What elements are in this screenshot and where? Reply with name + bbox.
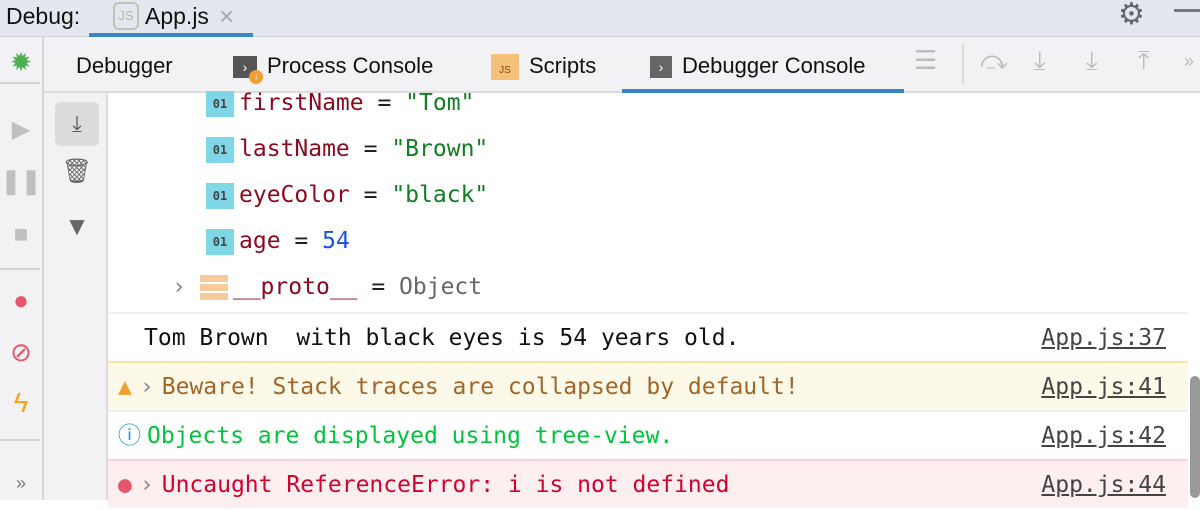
tree-key: age	[239, 228, 281, 254]
debug-side-toolbar: ✹ ▶ ❚❚ ■ ● ⊘ ϟ »	[0, 37, 44, 500]
log-message: Uncaught ReferenceError: i is not define…	[161, 472, 730, 498]
gear-icon[interactable]: ⚙	[1118, 0, 1145, 32]
tree-node[interactable]: 01 age = 54	[206, 218, 350, 264]
source-link[interactable]: App.js:41	[1041, 363, 1166, 412]
tree-eq: =	[349, 136, 392, 162]
tree-eq: =	[357, 274, 400, 300]
filter-icon[interactable]: ▼	[55, 211, 99, 242]
minimize-icon[interactable]	[1174, 9, 1200, 12]
vertical-scrollbar[interactable]	[1190, 376, 1200, 498]
tree-value: "Tom"	[405, 90, 475, 116]
view-breakpoints-icon[interactable]: ●	[0, 285, 42, 316]
resume-icon[interactable]: ▶	[0, 115, 42, 144]
log-message: Objects are displayed using tree-view.	[147, 423, 674, 449]
mute-breakpoints-icon[interactable]: ⊘	[0, 337, 42, 368]
tab-debugger[interactable]: Debugger	[76, 37, 173, 93]
tab-label: Debugger Console	[682, 53, 866, 78]
info-icon: ⓘ	[118, 423, 141, 449]
tree-key: lastName	[239, 136, 350, 162]
field-icon: 01	[206, 136, 234, 163]
debug-label: Debug:	[6, 3, 81, 29]
tree-key: firstName	[239, 90, 364, 116]
scroll-to-end-icon[interactable]: ⤓	[55, 102, 99, 146]
tree-eq: =	[363, 90, 406, 116]
info-row: ⓘ Objects are displayed using tree-view. A…	[108, 410, 1188, 459]
debug-header: Debug: JS App.js × ⚙	[0, 0, 1200, 37]
tab-label: Scripts	[529, 53, 597, 78]
step-over-icon[interactable]: ⤼	[980, 45, 1008, 77]
console-toolbar: ⤓ 🗑 ▼	[44, 93, 108, 500]
close-icon[interactable]: ×	[219, 1, 234, 32]
source-link[interactable]: App.js:44	[1041, 461, 1166, 510]
tree-node[interactable]: 01 eyeColor = "black"	[206, 172, 488, 218]
tree-value: "Brown"	[391, 136, 489, 162]
console-icon: › ↓	[233, 56, 263, 85]
tree-key: __proto__	[232, 274, 358, 300]
lightning-icon[interactable]: ϟ	[0, 387, 42, 419]
log-message: Tom Brown with black eyes is 54 years ol…	[144, 325, 740, 351]
chevron-right-icon[interactable]: ›	[132, 472, 162, 498]
tree-value: Object	[399, 274, 483, 300]
field-icon: 01	[206, 228, 234, 255]
error-row[interactable]: ● › Uncaught ReferenceError: i is not defi…	[108, 459, 1188, 508]
tree-key: eyeColor	[239, 182, 350, 208]
nodejs-icon: JS	[113, 2, 139, 30]
warning-row[interactable]: ▲ › Beware! Stack traces are collapsed by …	[108, 361, 1188, 410]
debugger-console-output: 01 firstName = "Tom" 01 lastName = "Brown"…	[108, 90, 1188, 508]
source-link[interactable]: App.js:37	[1041, 314, 1166, 363]
tree-node-proto[interactable]: › ≡__proto__ = Object	[172, 264, 482, 310]
tab-label: Debugger	[76, 53, 173, 78]
tab-label: Process Console	[267, 53, 434, 78]
error-icon: ●	[118, 472, 132, 498]
warning-icon: ▲	[118, 374, 132, 400]
more-icon[interactable]: »	[0, 473, 42, 494]
tree-eq: =	[280, 228, 323, 254]
log-row: Tom Brown with black eyes is 54 years ol…	[108, 312, 1188, 361]
more-icon[interactable]: »	[1184, 51, 1194, 72]
object-icon: ≡	[199, 274, 228, 301]
tab-debugger-console[interactable]: › Debugger Console	[622, 37, 904, 93]
js-file-icon: JS	[491, 54, 519, 81]
force-step-into-icon[interactable]: ⤓	[1086, 45, 1098, 77]
bug-icon[interactable]: ✹	[0, 47, 42, 78]
source-link[interactable]: App.js:42	[1041, 412, 1166, 461]
tree-node[interactable]: 01 firstName = "Tom"	[206, 80, 474, 126]
tab-label: App.js	[145, 3, 209, 29]
tab-scripts[interactable]: JS Scripts	[491, 37, 596, 93]
step-into-icon[interactable]: ⤓	[1034, 45, 1046, 77]
tree-value: 54	[322, 228, 350, 254]
tab-app-js[interactable]: JS App.js ×	[89, 0, 253, 37]
field-icon: 01	[206, 182, 234, 209]
tree-eq: =	[349, 182, 392, 208]
pause-icon[interactable]: ❚❚	[0, 167, 42, 196]
trash-icon[interactable]: 🗑	[55, 157, 99, 186]
tree-node[interactable]: 01 lastName = "Brown"	[206, 126, 488, 172]
layout-menu-icon[interactable]: ☰	[914, 45, 937, 76]
chevron-right-icon[interactable]: ›	[132, 374, 162, 400]
step-out-icon[interactable]: ⤒	[1138, 45, 1150, 77]
log-message: Beware! Stack traces are collapsed by de…	[161, 374, 799, 400]
stop-icon[interactable]: ■	[0, 221, 42, 249]
field-icon: 01	[206, 90, 234, 117]
chevron-right-icon[interactable]: ›	[172, 274, 186, 300]
console-icon: ›	[650, 56, 672, 79]
tree-value: "black"	[391, 182, 489, 208]
